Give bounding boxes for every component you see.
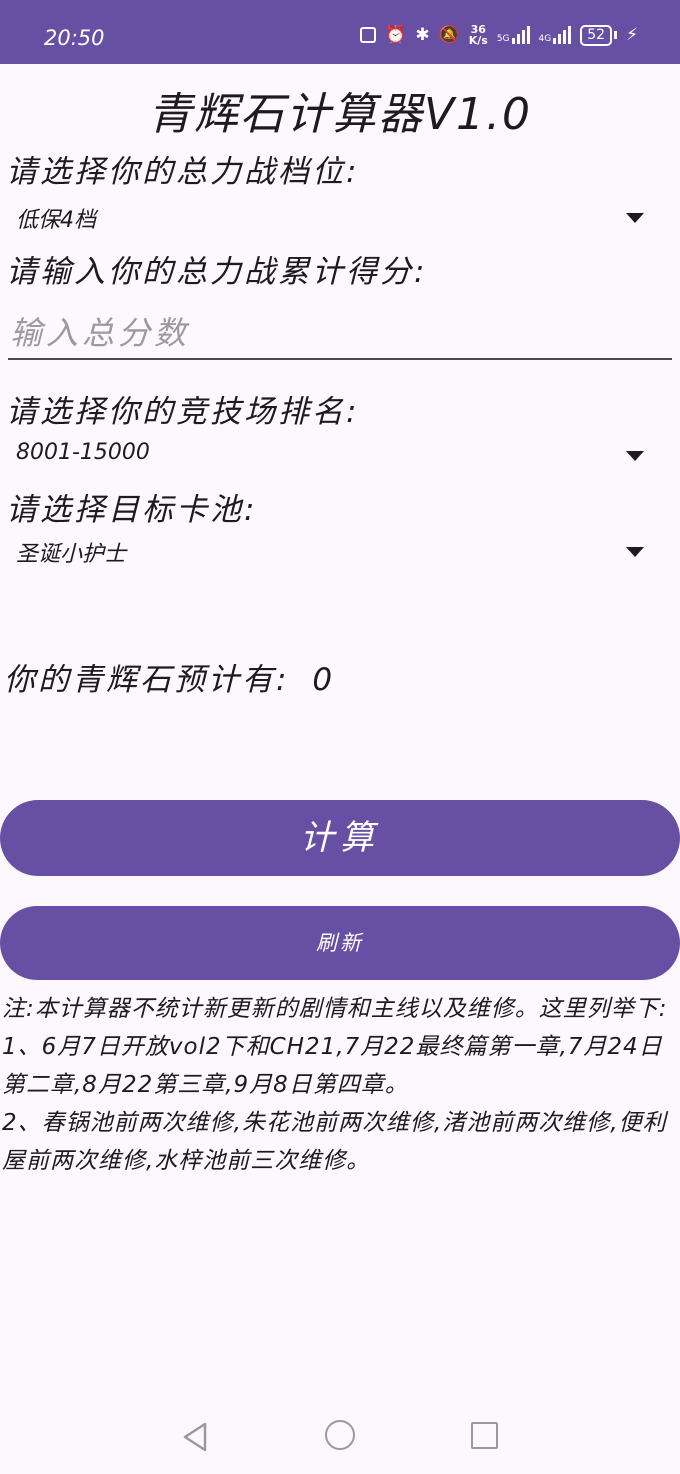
- result-label: 你的青辉石预计有:: [4, 662, 290, 698]
- navigation-bar: [0, 1398, 680, 1474]
- result-value: 0: [312, 662, 336, 698]
- calculate-button[interactable]: 计算: [0, 800, 680, 876]
- pool-select[interactable]: 圣诞小护士: [0, 530, 680, 574]
- status-icons: ⏰ ✱ 🔕 36 K/s 5G 4G 52 ⚡: [360, 24, 638, 46]
- page-title: 青辉石计算器V1.0: [147, 89, 533, 140]
- score-input[interactable]: [8, 308, 672, 360]
- tier-label: 请选择你的总力战档位:: [6, 154, 360, 190]
- result-text: 你的青辉石预计有: 0: [4, 654, 335, 699]
- refresh-button[interactable]: 刷新: [0, 906, 680, 980]
- signal-icon-2: 4G: [539, 26, 572, 44]
- status-bar: 20:50 ⏰ ✱ 🔕 36 K/s 5G 4G 52 ⚡: [0, 0, 680, 64]
- battery-nub: [614, 31, 618, 39]
- notes: 注:本计算器不统计新更新的剧情和主线以及维修。这里列举下: 1、6月7日开放vo…: [2, 990, 678, 1180]
- arena-select[interactable]: 8001-15000: [0, 434, 680, 478]
- nfc-icon: [360, 27, 377, 43]
- back-icon[interactable]: [182, 1422, 208, 1452]
- arena-select-value: 8001-15000: [16, 440, 150, 465]
- recents-icon[interactable]: [471, 1422, 498, 1449]
- battery-icon: 52: [580, 24, 613, 46]
- tier-select-value: 低保4档: [16, 208, 96, 233]
- signal-icon: 5G: [497, 26, 530, 44]
- bluetooth-icon: ✱: [415, 25, 430, 45]
- charging-icon: ⚡: [626, 25, 638, 45]
- dropdown-arrow-icon: [626, 451, 644, 461]
- alarm-icon: ⏰: [385, 25, 407, 45]
- dropdown-arrow-icon: [626, 547, 644, 557]
- tier-select[interactable]: 低保4档: [0, 196, 680, 240]
- note-line-2: 1、6月7日开放vol2下和CH21,7月22最终篇第一章,7月24日第二章,8…: [2, 1034, 663, 1098]
- mute-icon: 🔕: [438, 25, 460, 45]
- pool-label: 请选择目标卡池:: [6, 492, 258, 528]
- home-icon[interactable]: [325, 1420, 355, 1450]
- note-line-1: 注:本计算器不统计新更新的剧情和主线以及维修。这里列举下:: [2, 996, 668, 1022]
- status-time: 20:50: [44, 26, 105, 50]
- net-speed: 36 K/s: [468, 23, 488, 47]
- arena-label: 请选择你的竞技场排名:: [6, 394, 360, 430]
- note-line-3: 2、春锅池前两次维修,朱花池前两次维修,渚池前两次维修,便利屋前两次维修,水梓池…: [2, 1110, 667, 1174]
- score-label: 请输入你的总力战累计得分:: [6, 254, 428, 290]
- pool-select-value: 圣诞小护士: [16, 542, 127, 567]
- dropdown-arrow-icon: [626, 213, 644, 223]
